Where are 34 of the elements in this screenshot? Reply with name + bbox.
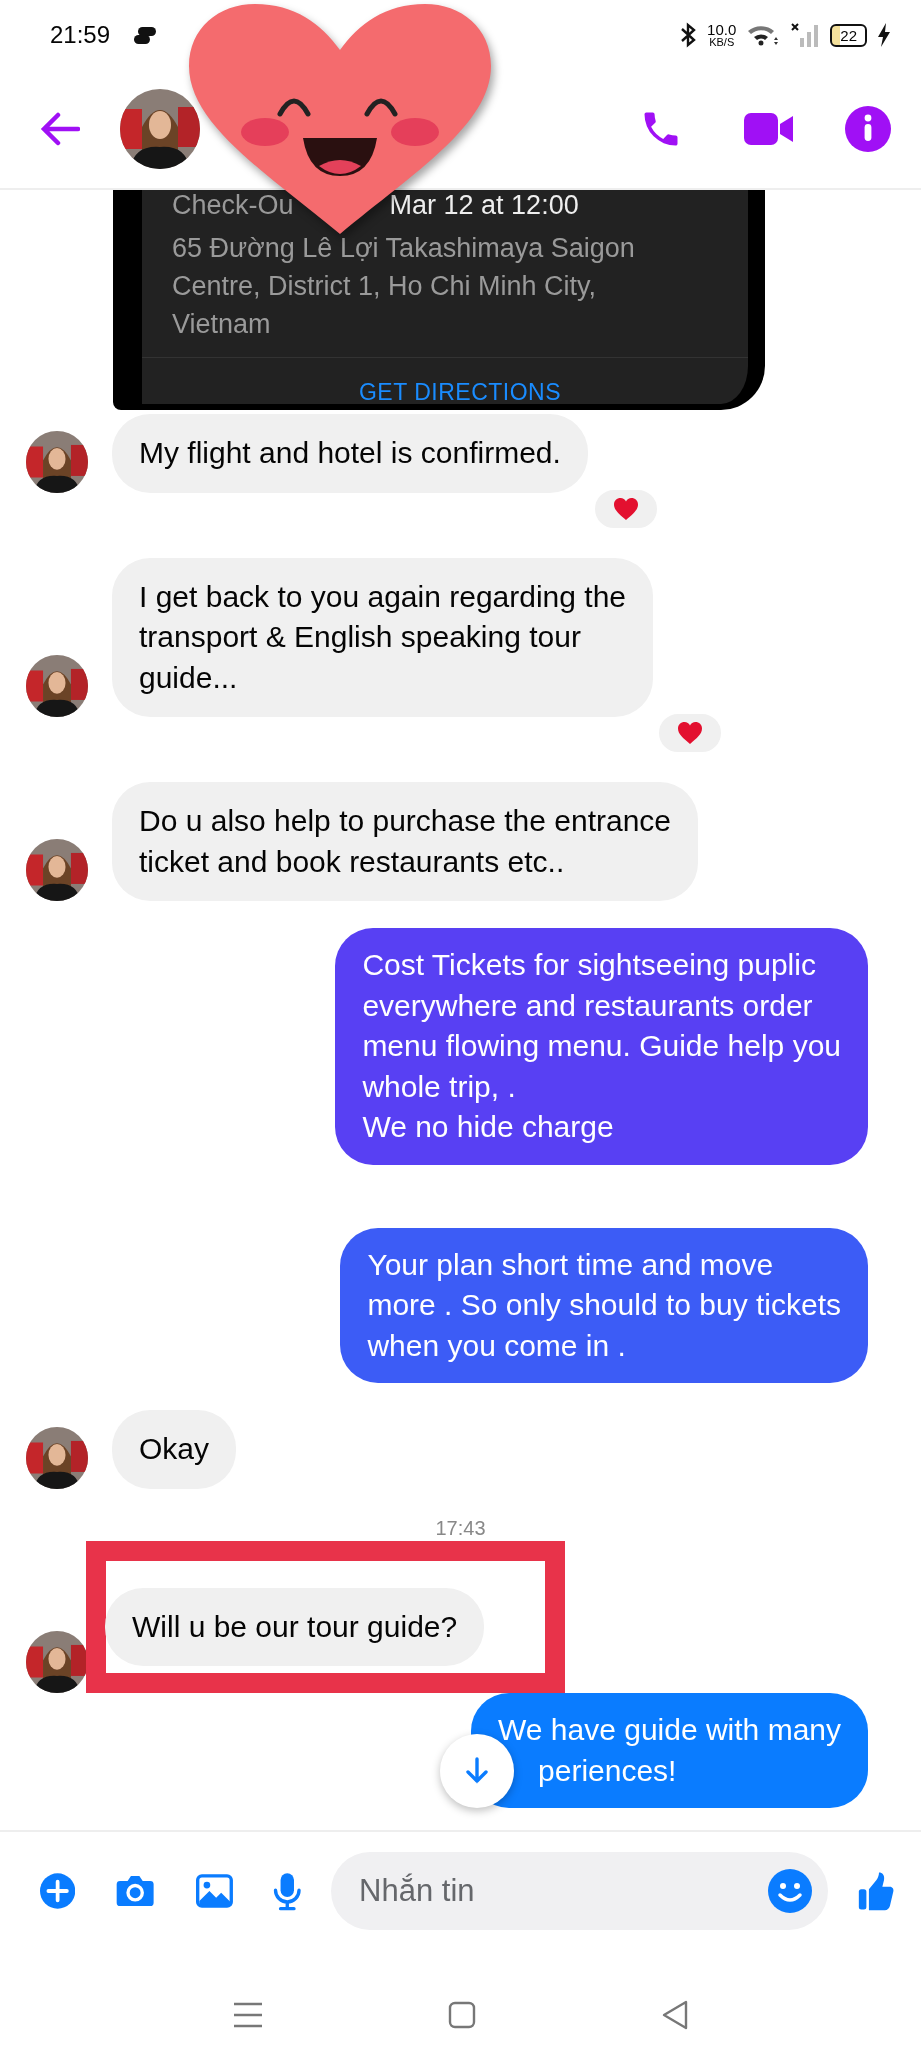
- message-bubble: Cost Tickets for sightseeing puplic everywhere and restaurants order menu flowing menu. Guide help you whole trip, . We no hide charge: [335, 928, 868, 1165]
- heart-icon: [613, 496, 639, 521]
- plus-icon[interactable]: [40, 1870, 76, 1912]
- message-bubble: Do u also help to purchase the entrance ticket and book restaurants etc..: [112, 782, 699, 901]
- timestamp: 17:43: [434, 1516, 487, 1539]
- menu-icon[interactable]: [232, 2002, 263, 2028]
- video-camera-icon[interactable]: [743, 111, 795, 147]
- home-square-icon[interactable]: [447, 2001, 476, 2029]
- message-bubble: I get back to you again regarding the transport & English speaking tour guide...: [112, 557, 653, 717]
- message-bubble: Will u be our tour guide?: [105, 1587, 485, 1666]
- status-time: 21:59: [50, 21, 111, 49]
- message-input[interactable]: Nhắn tin: [331, 1852, 829, 1930]
- charging-icon: [877, 22, 891, 48]
- down-arrow-icon: [463, 1756, 491, 1786]
- message-bubble: We have guide with many periences!: [471, 1693, 868, 1808]
- hotel-address: 65 Đường Lê Lợi Takashimaya Saigon Centre, District 1, Ho Chi Minh City, Vietnam: [172, 232, 636, 341]
- checkout-time: Mar 12 at 12:00: [389, 190, 579, 221]
- bluetooth-icon: [679, 22, 698, 48]
- emoji-icon[interactable]: [768, 1869, 813, 1913]
- wifi-icon: [746, 23, 781, 47]
- network-speed: 10.0 KB/S: [707, 22, 737, 48]
- get-directions-link[interactable]: GET DIRECTIONS: [358, 380, 562, 404]
- message-bubble: My flight and hotel is confirmed.: [112, 414, 588, 493]
- battery-indicator: 22: [830, 23, 867, 47]
- message-bubble: Your plan short time and move more . So only should to buy tickets when you come in .: [340, 1227, 868, 1383]
- heart-icon: [677, 721, 703, 745]
- info-icon[interactable]: [845, 106, 891, 152]
- chat-bubbles-icon: [132, 25, 159, 45]
- image-icon[interactable]: [195, 1871, 233, 1911]
- checkout-label: Check-Ou: [172, 190, 294, 221]
- back-arrow-icon[interactable]: [40, 111, 80, 147]
- back-triangle-icon[interactable]: [660, 2000, 689, 2030]
- signal-icon: [790, 22, 821, 48]
- message-bubble: Okay: [112, 1410, 237, 1489]
